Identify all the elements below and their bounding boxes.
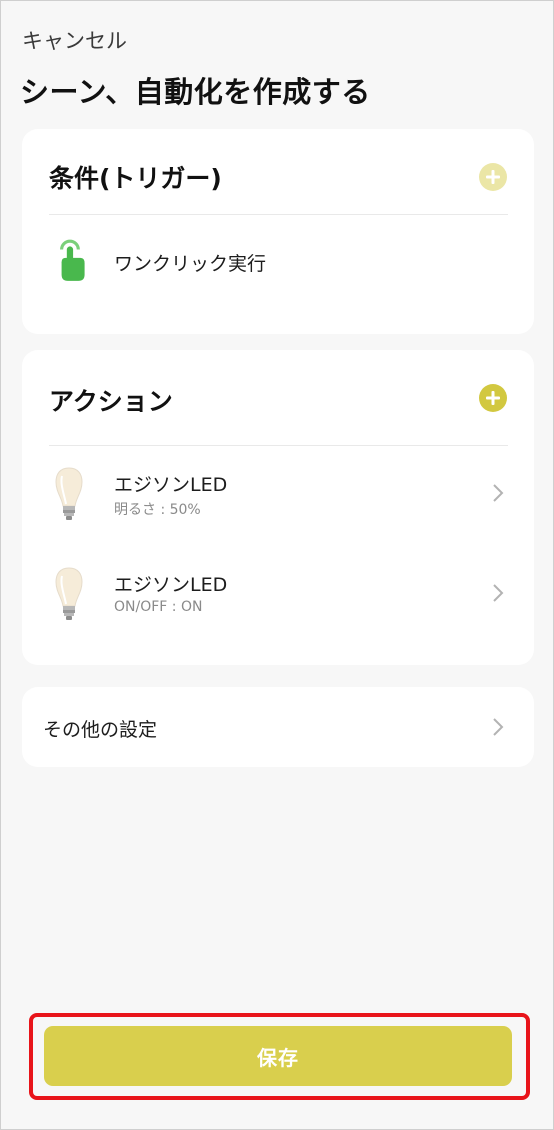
- conditions-header: 条件(トリガー): [49, 129, 508, 215]
- actions-card: アクション エジソンLED 明るさ : 50% エジソンLED ON/OFF:…: [22, 350, 534, 665]
- action-item[interactable]: エジソンLED 明るさ : 50%: [22, 456, 534, 546]
- add-action-button[interactable]: [479, 384, 507, 412]
- plus-circle-icon: [479, 384, 507, 412]
- actions-title: アクション: [49, 387, 173, 416]
- add-condition-button[interactable]: [479, 163, 507, 191]
- action-item[interactable]: エジソンLED ON/OFF : ON: [22, 556, 534, 646]
- conditions-card: 条件(トリガー) ワンクリック実行: [22, 129, 534, 334]
- action-item-detail: ON/OFF : ON: [114, 599, 203, 615]
- chevron-right-icon: [493, 484, 504, 502]
- conditions-title: 条件(トリガー): [49, 164, 222, 193]
- edison-bulb-icon: [55, 567, 83, 620]
- condition-item-label: ワンクリック実行: [114, 253, 267, 275]
- plus-circle-icon: [479, 163, 507, 191]
- actions-header: アクション: [49, 350, 508, 446]
- action-item-label: エジソンLED: [114, 474, 228, 496]
- condition-item-one-click[interactable]: ワンクリック実行: [22, 229, 534, 299]
- save-button[interactable]: 保存: [44, 1026, 512, 1086]
- chevron-right-icon: [493, 718, 504, 736]
- chevron-right-icon: [493, 584, 504, 602]
- tap-hand-icon: [60, 239, 85, 281]
- other-settings-label: その他の設定: [43, 719, 158, 741]
- page-title: シーン、自動化を作成する: [20, 75, 371, 109]
- action-item-detail: 明るさ : 50%: [114, 502, 201, 518]
- action-item-label: エジソンLED: [114, 574, 228, 596]
- cancel-button[interactable]: キャンセル: [22, 25, 127, 55]
- edison-bulb-icon: [55, 467, 83, 520]
- other-settings-row[interactable]: その他の設定: [22, 687, 534, 767]
